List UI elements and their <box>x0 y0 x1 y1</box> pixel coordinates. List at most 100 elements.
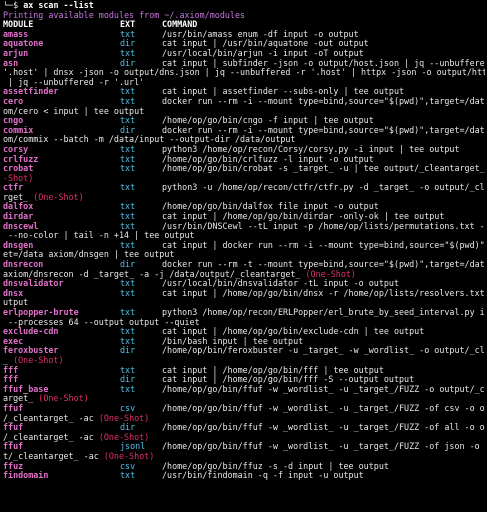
module-name: ffuz <box>3 461 24 471</box>
module-ext: txt <box>120 327 136 337</box>
module-ext: txt <box>120 48 136 58</box>
module-name: assetfinder <box>3 87 59 97</box>
info-line: Printing available modules from ~/.axiom… <box>3 10 246 20</box>
module-command: /bin/bash input | tee output <box>162 336 304 346</box>
module-ext: dir <box>120 423 136 433</box>
table-row: dnsgen txt cat input | docker run --rm -i … <box>3 241 485 251</box>
oneshot-tag: (One-Shot) <box>98 413 150 423</box>
table-row-continuation: | jq --unbuffered -r '.url' <box>3 78 485 88</box>
module-ext: txt <box>120 471 136 481</box>
module-command: docker run --rm -i --mount type=bind,sou… <box>162 125 485 135</box>
table-row-continuation: -Shot) <box>3 174 485 184</box>
module-command: _ <box>3 355 14 365</box>
module-ext: txt <box>120 164 136 174</box>
module-name: crobat <box>3 164 34 174</box>
module-ext: txt <box>120 96 136 106</box>
module-command: /home/op/go/bin/ffuz -s -d input | tee o… <box>162 461 389 471</box>
module-name: aquatone <box>3 39 44 49</box>
table-row: ffuf_base txt/home/op/go/bin/ffuf -w _wor… <box>3 385 485 395</box>
oneshot-tag: (One-Shot) <box>33 192 84 202</box>
table-row-continuation: _ (One-Shot) <box>3 356 485 366</box>
module-name: asn <box>3 58 19 68</box>
command-text: ax scan --list <box>23 1 94 10</box>
module-name: commix <box>3 125 34 135</box>
module-command: om/commix --batch -m /data/input --outpu… <box>3 135 296 145</box>
module-command: rget_ <box>3 192 34 202</box>
module-command: /_cleantarget_ -ac <box>3 413 99 423</box>
module-name: findomain <box>3 471 49 481</box>
table-row-continuation: axiom/dnsrecon -d _target_ -a -j /data/o… <box>3 270 485 280</box>
module-command: /home/op/bin/feroxbuster -u _target_ -w … <box>162 346 485 356</box>
module-command: /usr/local/bin/arjun -i input -oT output <box>162 48 364 58</box>
module-ext: txt <box>120 29 136 39</box>
terminal-window[interactable]: └─$ ax scan --list Printing available mo… <box>0 0 487 512</box>
module-name: dalfox <box>3 202 34 212</box>
table-row-continuation: /_cleantarget_ -ac (One-Shot) <box>3 433 485 443</box>
table-row-continuation: /_cleantarget_ -ac (One-Shot) <box>3 414 485 424</box>
module-command: /usr/bin/DNSCewl --tL input -p /home/op/… <box>162 221 485 231</box>
table-header: MODULE EXT COMMAND <box>3 20 485 30</box>
module-ext: txt <box>120 144 136 154</box>
table-row-continuation: '.host' | dnsx -json -o output/dns.json … <box>3 68 485 78</box>
module-command: /home/op/go/bin/ffuf -w _wordlist_ -u _t… <box>162 442 485 452</box>
table-row: commix dir docker run --rm -i --mount type… <box>3 126 485 136</box>
oneshot-tag: -Shot) <box>3 173 34 183</box>
module-command: /usr/local/bin/dnsvalidator -tL input -o… <box>162 279 399 289</box>
table-row: dnsx txt cat input | /home/op/go/bin/dnsx … <box>3 289 485 299</box>
module-ext: csv <box>120 403 136 413</box>
prompt-corner: └─ <box>3 1 14 10</box>
table-row-continuation: --processes 64 --output output --quiet <box>3 318 485 328</box>
module-command: docker run --rm -t --mount type=bind,sou… <box>162 260 485 270</box>
table-row: fff dir cat input | /home/op/go/bin/fff -S… <box>3 375 485 385</box>
table-row: corsy txt python3 /home/op/recon/Corsy/cor… <box>3 145 485 155</box>
module-command: cat input | /usr/bin/aquatone -out outpu… <box>162 39 369 49</box>
module-name: cngo <box>3 116 24 126</box>
module-command: cat input | subfinder -json -o output/ho… <box>162 58 485 68</box>
table-row: feroxbuster dir/home/op/bin/feroxbuster -… <box>3 346 485 356</box>
header-module: MODULE <box>3 20 34 30</box>
prompt-symbol: $ <box>13 1 19 10</box>
module-command: python3 /home/op/recon/Corsy/corsy.py -i… <box>162 144 460 154</box>
oneshot-tag: (One-Shot) <box>103 451 155 461</box>
module-ext: dir <box>120 125 136 135</box>
oneshot-tag: (One-Shot) <box>98 432 150 442</box>
module-ext: dir <box>120 346 136 356</box>
module-name: ffuf_base <box>3 384 49 394</box>
table-row: dnscewl txt/usr/bin/DNSCewl --tL input -p… <box>3 222 485 232</box>
module-command: docker run --rm -i --mount type=bind,sou… <box>162 96 485 106</box>
oneshot-tag: (One-Shot) <box>13 355 64 365</box>
table-row: exec txt/bin/bash input | tee output <box>3 337 485 347</box>
module-name: dnscewl <box>3 221 39 231</box>
module-ext: dir <box>120 39 136 49</box>
table-row: ffuz csv/home/op/go/bin/ffuz -s -d input … <box>3 462 485 472</box>
table-row: dalfox txt/home/op/go/bin/dalfox file inp… <box>3 202 485 212</box>
module-ext: txt <box>120 240 136 250</box>
module-name: ffuf <box>3 403 24 413</box>
module-ext: txt <box>120 336 136 346</box>
module-name: exclude-cdn <box>3 327 59 337</box>
module-command: om/cero < input | tee output <box>3 106 145 116</box>
module-command: --processes 64 --output output --quiet <box>3 317 200 327</box>
table-row: cero txt docker run --rm -i --mount type=b… <box>3 97 485 107</box>
module-command: cat input | /home/op/go/bin/fff -S --out… <box>162 375 415 385</box>
header-ext: EXT <box>120 20 136 30</box>
module-name: arjun <box>3 48 29 58</box>
table-row: amass txt/usr/bin/amass enum -df input -o… <box>3 30 485 40</box>
module-command: python3 /home/op/recon/ERLPopper/erl_bru… <box>162 308 485 317</box>
table-row: exclude-cdn txt cat input | /home/op/go/bi… <box>3 327 485 337</box>
module-command: utput <box>3 298 29 308</box>
module-command: /home/op/go/bin/ffuf -w _wordlist_ -u _t… <box>162 403 485 413</box>
table-row-continuation: et=/data axiom/dnsgen | tee output <box>3 250 485 260</box>
module-ext: jsonl <box>120 442 146 452</box>
table-row: fff txt cat input | /home/op/go/bin/fff | … <box>3 366 485 376</box>
module-ext: txt <box>120 202 136 212</box>
table-row: aquatone dir cat input | /usr/bin/aquatone… <box>3 39 485 49</box>
module-command: arget_ <box>3 394 39 404</box>
module-name: dnsgen <box>3 240 34 250</box>
module-ext: txt <box>120 288 136 298</box>
module-ext: txt <box>120 384 136 394</box>
module-name: ffuf <box>3 423 24 433</box>
table-row: erlpopper-brute txt python3 /home/op/recon… <box>3 308 485 318</box>
module-command: /home/op/go/bin/ffuf -w _wordlist_ -u _t… <box>162 384 485 394</box>
module-command: /home/op/go/bin/cngo -f input | tee outp… <box>162 116 374 126</box>
